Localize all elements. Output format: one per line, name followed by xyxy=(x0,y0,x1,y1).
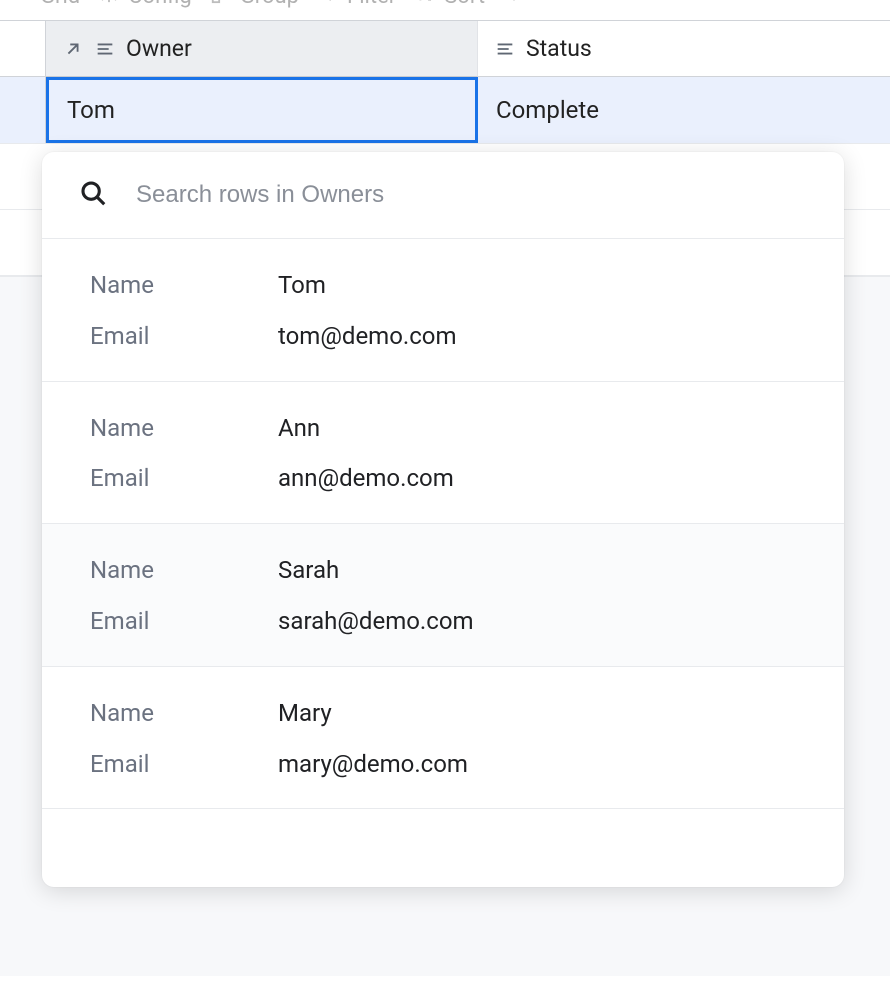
lookup-option[interactable]: Name Mary Email mary@demo.com xyxy=(42,667,844,810)
toolbar-sort[interactable]: Sort xyxy=(414,0,485,10)
field-value-name: Tom xyxy=(278,271,326,300)
column-owner-label: Owner xyxy=(126,35,192,62)
table-row[interactable]: Tom Complete xyxy=(0,77,890,143)
lookup-footer-space xyxy=(42,809,844,887)
sort-icon xyxy=(414,0,436,10)
cell-status[interactable]: Complete xyxy=(478,77,890,143)
field-value-name: Ann xyxy=(278,414,320,443)
gear-icon xyxy=(98,0,120,10)
grid-header-row: Owner Status xyxy=(0,21,890,77)
lookup-option[interactable]: Name Sarah Email sarah@demo.com xyxy=(42,524,844,667)
toolbar-grid-label: Grid xyxy=(40,0,80,9)
row-number-header xyxy=(0,21,46,77)
text-lines-icon xyxy=(494,38,516,60)
cell-owner[interactable]: Tom xyxy=(46,77,478,143)
field-value-email: sarah@demo.com xyxy=(278,607,474,636)
text-lines-icon xyxy=(94,38,116,60)
toolbar-config[interactable]: Config xyxy=(98,0,192,10)
field-value-email: mary@demo.com xyxy=(278,750,468,779)
field-value-name: Mary xyxy=(278,699,332,728)
field-label-name: Name xyxy=(90,556,278,585)
lookup-search-row xyxy=(42,152,844,239)
field-label-email: Email xyxy=(90,607,278,636)
field-label-email: Email xyxy=(90,750,278,779)
cell-status-value: Complete xyxy=(496,96,599,124)
toolbar-grid[interactable]: Grid xyxy=(10,0,80,10)
toolbar-sort-label: Sort xyxy=(444,0,485,9)
group-icon xyxy=(210,0,232,10)
toolbar-filter-label: Filter xyxy=(347,0,396,9)
cell-owner-value: Tom xyxy=(67,96,115,124)
arrow-up-icon xyxy=(503,0,525,10)
search-icon xyxy=(78,178,108,212)
toolbar-group-label: Group xyxy=(240,0,299,9)
toolbar-group[interactable]: Group xyxy=(210,0,299,10)
field-value-name: Sarah xyxy=(278,556,339,585)
link-arrow-icon xyxy=(62,38,84,60)
lookup-option[interactable]: Name Tom Email tom@demo.com xyxy=(42,239,844,382)
column-status-label: Status xyxy=(526,35,592,62)
field-label-email: Email xyxy=(90,464,278,493)
row-number-cell xyxy=(0,77,46,143)
list-icon xyxy=(10,0,32,10)
top-toolbar: Grid Config Group Filter Sort xyxy=(0,0,890,20)
field-label-email: Email xyxy=(90,322,278,351)
lookup-option[interactable]: Name Ann Email ann@demo.com xyxy=(42,382,844,525)
toolbar-filter[interactable]: Filter xyxy=(317,0,396,10)
toolbar-more[interactable] xyxy=(503,0,525,10)
lookup-search-input[interactable] xyxy=(136,181,808,209)
filter-icon xyxy=(317,0,339,10)
toolbar-config-label: Config xyxy=(128,0,192,9)
column-header-status[interactable]: Status xyxy=(478,21,890,77)
field-label-name: Name xyxy=(90,414,278,443)
field-value-email: tom@demo.com xyxy=(278,322,457,351)
field-label-name: Name xyxy=(90,271,278,300)
owner-lookup-dropdown: Name Tom Email tom@demo.com Name Ann Ema… xyxy=(42,152,844,887)
field-label-name: Name xyxy=(90,699,278,728)
column-header-owner[interactable]: Owner xyxy=(46,21,478,77)
field-value-email: ann@demo.com xyxy=(278,464,454,493)
